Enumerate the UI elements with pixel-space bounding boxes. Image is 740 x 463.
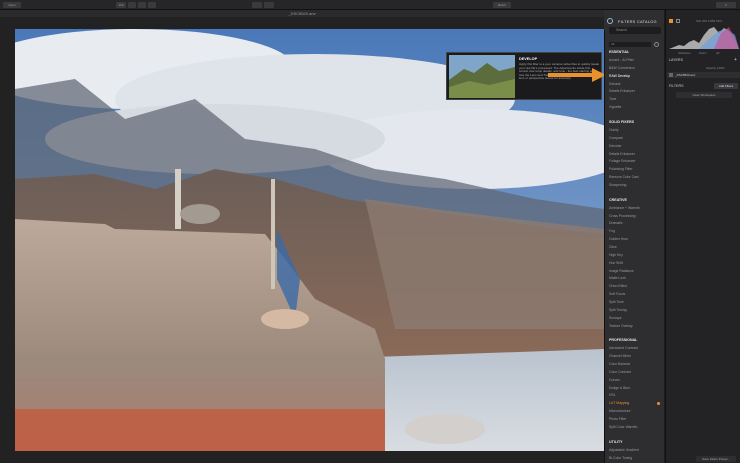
zoom-in-button[interactable] xyxy=(148,2,156,8)
catalog-item[interactable]: Sharpening xyxy=(609,183,626,187)
open-button[interactable]: Open xyxy=(3,2,21,8)
catalog-item[interactable]: Bi-Color Toning xyxy=(609,456,632,460)
layer-opacity[interactable]: Opacity 100% xyxy=(706,66,725,70)
catalog-item[interactable]: Remove Color Cast xyxy=(609,175,639,179)
layer-row[interactable]: _DSC8520.arw xyxy=(667,72,740,78)
catalog-section-header[interactable]: UTILITY xyxy=(609,440,623,444)
catalog-item[interactable]: RAW Develop xyxy=(609,74,630,78)
fit-button[interactable] xyxy=(128,2,136,8)
add-filters-button[interactable]: Add Filters xyxy=(714,83,738,89)
top-toolbar: Open 100 Batch ≡ xyxy=(0,0,740,10)
workspace-select[interactable]: Clear Workspace xyxy=(676,92,732,98)
catalog-item[interactable]: Details Enhancer xyxy=(609,89,635,93)
arrow-icon xyxy=(548,68,606,82)
catalog-search-input[interactable]: Search xyxy=(609,27,661,34)
catalog-item[interactable]: Adjustable Gradient xyxy=(609,448,639,452)
catalog-item[interactable]: Microstructure xyxy=(609,409,630,413)
color-icon[interactable] xyxy=(669,19,673,23)
catalog-item[interactable]: Channel Mixer xyxy=(609,354,631,358)
catalog-section-header[interactable]: ESSENTIAL xyxy=(609,50,629,54)
catalog-icon xyxy=(607,18,613,24)
right-panel: ISO 200 1/250 f/8.0 Shadows Zoom All LAY… xyxy=(665,10,740,463)
catalog-item[interactable]: Details Enhancer xyxy=(609,152,635,156)
catalog-item[interactable]: Color Contrast xyxy=(609,370,631,374)
catalog-title: FILTERS CATALOG xyxy=(618,19,657,24)
catalog-item[interactable]: Soft Focus xyxy=(609,292,625,296)
catalog-item[interactable]: Fog xyxy=(609,229,615,233)
layer-name: _DSC8520.arw xyxy=(675,73,696,77)
catalog-item[interactable]: Glow xyxy=(609,245,617,249)
histogram xyxy=(669,27,739,49)
tooltip-thumbnail xyxy=(449,55,515,98)
catalog-item[interactable]: Color Balance xyxy=(609,362,630,366)
batch-button[interactable]: Batch xyxy=(493,2,511,8)
catalog-item[interactable]: Ambiance + Warmth xyxy=(609,206,640,210)
save-preset-button[interactable]: Save Filters Preset... xyxy=(696,456,736,462)
histogram-label-1: Zoom xyxy=(699,51,707,55)
catalog-item[interactable]: Accent - AI Filter xyxy=(609,58,634,62)
catalog-item[interactable]: Cross Processing xyxy=(609,214,636,218)
catalog-item[interactable]: Polarizing Filter xyxy=(609,167,632,171)
add-layer-icon[interactable]: + xyxy=(734,57,737,63)
catalog-item[interactable]: Dodge & Burn xyxy=(609,386,630,390)
catalog-item[interactable]: Orton Effect xyxy=(609,284,627,288)
catalog-section-header[interactable]: CREATIVE xyxy=(609,198,627,202)
catalog-item[interactable]: Texture Overlay xyxy=(609,324,633,328)
layers-label: LAYERS xyxy=(669,58,683,62)
exif-info: ISO 200 1/250 f/8.0 xyxy=(696,19,723,23)
catalog-item[interactable]: Compare xyxy=(609,136,623,140)
filter-select[interactable]: All xyxy=(609,42,651,47)
menu-button[interactable]: ≡ xyxy=(716,2,736,8)
catalog-item[interactable]: B&W Conversion xyxy=(609,66,635,70)
catalog-item[interactable]: Curves xyxy=(609,378,620,382)
histogram-label-0: Shadows xyxy=(678,51,691,55)
catalog-item[interactable]: Denoise xyxy=(609,144,621,148)
catalog-item[interactable]: Advanced Contrast xyxy=(609,346,638,350)
compare-button[interactable] xyxy=(252,2,262,8)
catalog-item[interactable]: Vignette xyxy=(609,105,621,109)
catalog-item[interactable]: High Key xyxy=(609,253,623,257)
undo-button[interactable] xyxy=(264,2,274,8)
catalog-item[interactable]: Tone xyxy=(609,97,616,101)
histogram-label-2: All xyxy=(716,51,720,55)
catalog-item[interactable]: Matte Look xyxy=(609,276,626,280)
catalog-item[interactable]: Image Radiance xyxy=(609,269,634,273)
zoom-button[interactable]: 100 xyxy=(116,2,126,8)
catalog-item[interactable]: Split Tone xyxy=(609,300,624,304)
catalog-item[interactable]: Dehaze xyxy=(609,82,621,86)
catalog-item[interactable]: Split Color Warmth xyxy=(609,425,637,429)
settings-icon[interactable] xyxy=(654,42,659,47)
actual-size-button[interactable] xyxy=(138,2,146,8)
catalog-item[interactable]: Clarity xyxy=(609,128,619,132)
catalog-item[interactable]: Foliage Enhancer xyxy=(609,159,636,163)
filters-label: FILTERS xyxy=(669,84,684,88)
tooltip-title: DEVELOP xyxy=(519,57,538,61)
catalog-section-header[interactable]: SOLID FIXERS xyxy=(609,120,634,124)
catalog-section-header[interactable]: PROFESSIONAL xyxy=(609,338,637,342)
catalog-item[interactable]: Dramatic xyxy=(609,221,623,225)
catalog-item[interactable]: HSL xyxy=(609,393,616,397)
catalog-item[interactable]: Sunrays xyxy=(609,316,621,320)
catalog-item[interactable]: Hue Shift xyxy=(609,261,623,265)
layer-thumbnail-icon xyxy=(669,73,673,77)
catalog-item[interactable]: Photo Filter xyxy=(609,417,626,421)
document-title: _DSC8520.arw xyxy=(0,10,604,17)
catalog-item[interactable]: Split Toning xyxy=(609,308,626,312)
catalog-item[interactable]: Golden Hour xyxy=(609,237,628,241)
catalog-item[interactable]: LUT Mapping xyxy=(609,401,629,405)
layers-icon[interactable] xyxy=(676,19,680,23)
